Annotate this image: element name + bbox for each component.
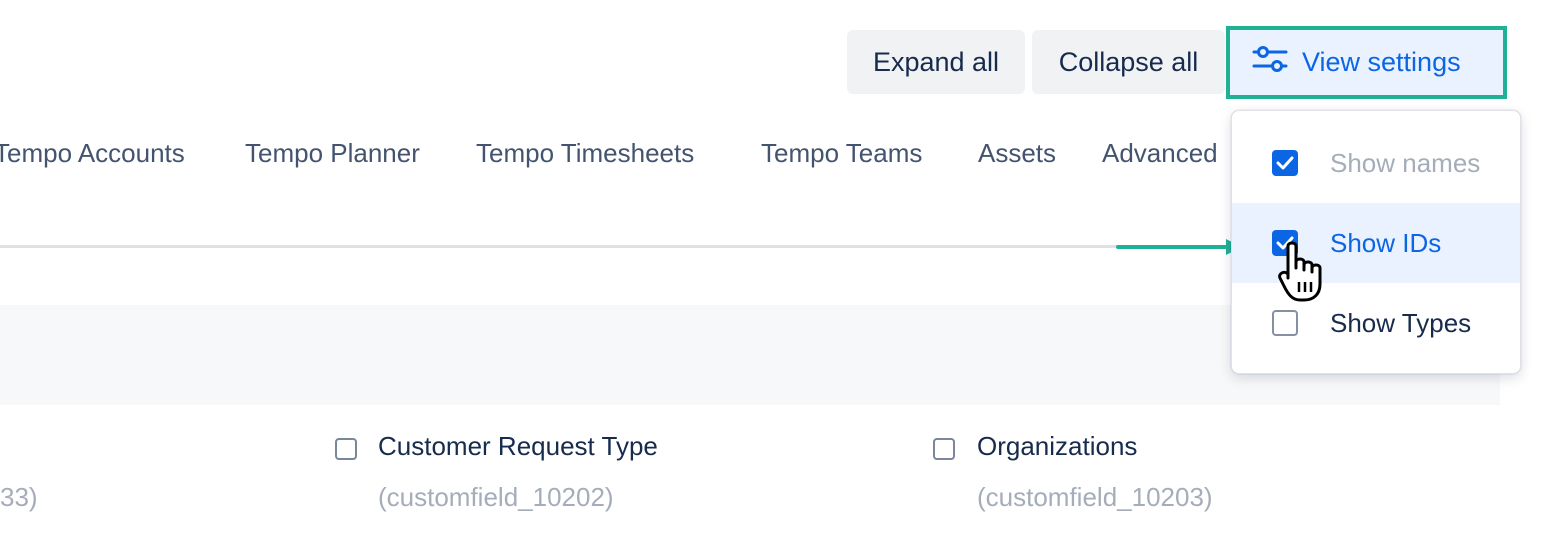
annotation-arrow-icon (1116, 232, 1246, 267)
tab-tempo-accounts[interactable]: Tempo Accounts (0, 138, 185, 169)
tab-tempo-timesheets[interactable]: Tempo Timesheets (476, 138, 694, 169)
expand-all-label: Expand all (872, 46, 1000, 77)
view-settings-button[interactable]: View settings (1226, 26, 1507, 99)
field-id-customer-request-type: (customfield_10202) (378, 482, 614, 512)
field-name-customer-request-type: Customer Request Type (378, 431, 658, 461)
expand-all-button[interactable]: Expand all (847, 30, 1025, 94)
tab-advanced[interactable]: Advanced (1102, 138, 1218, 169)
show-types-checkbox[interactable] (1272, 310, 1298, 336)
menu-item-show-names[interactable]: Show names (1232, 123, 1520, 203)
collapse-all-label: Collapse all (1058, 46, 1199, 77)
hand-pointer-cursor-icon (1278, 240, 1334, 311)
field-id-organizations: (customfield_10203) (977, 482, 1213, 512)
view-settings-label: View settings (1302, 47, 1461, 77)
view-settings-menu: Show names Show IDs Show Types (1231, 110, 1521, 374)
sliders-icon (1252, 44, 1288, 81)
field-checkbox-customer-request-type[interactable] (335, 438, 357, 460)
show-names-checkbox[interactable] (1272, 150, 1298, 176)
collapse-all-button[interactable]: Collapse all (1032, 30, 1225, 94)
field-checkbox-organizations[interactable] (933, 438, 955, 460)
field-id-partial: 33) (0, 482, 38, 512)
tab-tempo-teams[interactable]: Tempo Teams (761, 138, 922, 169)
menu-item-show-ids[interactable]: Show IDs (1232, 203, 1520, 283)
tab-divider (0, 245, 1230, 248)
tab-assets[interactable]: Assets (978, 138, 1056, 169)
tab-tempo-planner[interactable]: Tempo Planner (245, 138, 420, 169)
show-types-label: Show Types (1330, 307, 1472, 338)
field-name-organizations: Organizations (977, 431, 1138, 461)
show-names-label: Show names (1330, 147, 1481, 178)
show-ids-label: Show IDs (1330, 227, 1442, 258)
menu-item-show-types[interactable]: Show Types (1232, 283, 1520, 363)
